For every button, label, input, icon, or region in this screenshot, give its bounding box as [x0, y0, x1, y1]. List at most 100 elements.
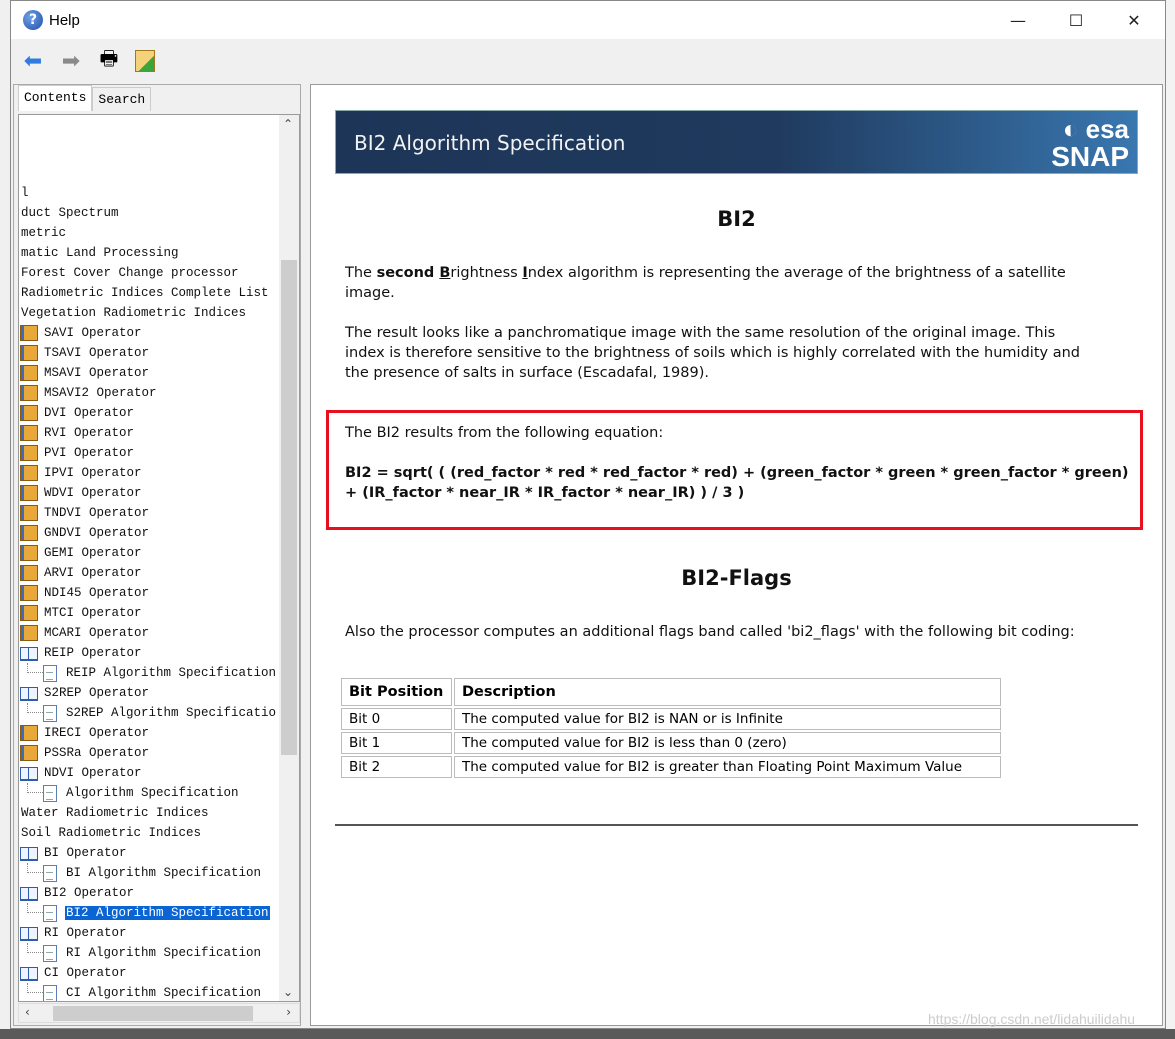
back-arrow-icon[interactable]: ⬅ [21, 49, 45, 74]
tree-item-label: BI2 Algorithm Specification [64, 905, 271, 921]
book-icon [20, 405, 38, 421]
tree-item-label: Forest Cover Change processor [21, 266, 239, 280]
tree-item[interactable]: PSSRa Operator [19, 743, 281, 763]
help-icon: ? [23, 10, 43, 30]
tree-item-label: SAVI Operator [44, 326, 142, 340]
tree-item[interactable]: WDVI Operator [19, 483, 281, 503]
tree-item[interactable]: -- [19, 115, 281, 123]
tree-item[interactable] [19, 123, 281, 143]
vertical-scrollbar[interactable]: ⌃ ⌄ [279, 115, 299, 1001]
tree-item[interactable]: TNDVI Operator [19, 503, 281, 523]
page-icon [43, 784, 57, 802]
scroll-up-icon[interactable]: ⌃ [283, 117, 293, 131]
open-book-icon [20, 925, 38, 941]
minimize-button[interactable]: — [989, 1, 1047, 39]
page-banner: BI2 Algorithm Specification ◐ esa SNAP [335, 110, 1138, 174]
tree-item[interactable]: RI Operator [19, 923, 281, 943]
tree-item[interactable]: S2REP Algorithm Specificatio [19, 703, 281, 723]
toolbar: ⬅ ➡ 🖶 [11, 41, 1165, 81]
scroll-left-icon[interactable]: ‹ [25, 1005, 30, 1019]
tree-item[interactable]: ARVI Operator [19, 563, 281, 583]
page-setup-icon[interactable] [135, 50, 155, 72]
tree-item-label: MSAVI2 Operator [44, 386, 157, 400]
tree-item[interactable]: REIP Operator [19, 643, 281, 663]
window-title: Help [49, 11, 80, 29]
tree-item[interactable]: BI2 Operator [19, 883, 281, 903]
tree-item[interactable]: TSAVI Operator [19, 343, 281, 363]
tree-item-label: Soil Radiometric Indices [21, 826, 202, 840]
tree-item-label: GEMI Operator [44, 546, 142, 560]
close-button[interactable]: ✕ [1105, 1, 1163, 39]
tree-item[interactable]: Radiometric Indices Complete List [19, 283, 281, 303]
tree-item[interactable]: PVI Operator [19, 443, 281, 463]
vertical-scroll-thumb[interactable] [281, 260, 297, 755]
tree-item[interactable]: S2REP Operator [19, 683, 281, 703]
tree-item[interactable]: BI2 Algorithm Specification [19, 903, 281, 923]
tree-item[interactable]: Vegetation Radiometric Indices [19, 303, 281, 323]
tree-item-label: MSAVI Operator [44, 366, 150, 380]
tree-item-label: BI Operator [44, 846, 127, 860]
book-icon [20, 565, 38, 581]
horizontal-scroll-thumb[interactable] [53, 1006, 253, 1021]
tree-item[interactable]: DVI Operator [19, 403, 281, 423]
tree-item[interactable]: matic Land Processing [19, 243, 281, 263]
tree-item-label: NDI45 Operator [44, 586, 150, 600]
tree-item[interactable]: RI Algorithm Specification [19, 943, 281, 963]
tree-item-label: RI Algorithm Specification [66, 946, 262, 960]
tab-search[interactable]: Search [92, 87, 152, 111]
tree-item-label: RI Operator [44, 926, 127, 940]
tree-item[interactable]: MSAVI Operator [19, 363, 281, 383]
tree-item-label: Algorithm Specification [66, 786, 239, 800]
printer-icon[interactable]: 🖶 [97, 46, 121, 73]
book-icon [20, 485, 38, 501]
tree-item[interactable]: Algorithm Specification [19, 783, 281, 803]
tree-item[interactable]: BI Operator [19, 843, 281, 863]
tree-item[interactable]: CI Operator [19, 963, 281, 983]
tree-item[interactable]: duct Spectrum [19, 203, 281, 223]
open-book-icon [20, 685, 38, 701]
forward-arrow-icon[interactable]: ➡ [59, 49, 83, 74]
tree-item[interactable]: GEMI Operator [19, 543, 281, 563]
tree-item-label: TSAVI Operator [44, 346, 150, 360]
horizontal-scrollbar[interactable]: ‹ › [18, 1003, 300, 1023]
tree-item[interactable] [19, 163, 281, 183]
tab-contents[interactable]: Contents [18, 85, 93, 111]
tree-item[interactable]: MCARI Operator [19, 623, 281, 643]
book-icon [20, 505, 38, 521]
page-heading: BI2 [717, 207, 756, 231]
tree-item[interactable]: l [19, 183, 281, 203]
tree-connector [27, 783, 43, 793]
tree-item[interactable]: metric [19, 223, 281, 243]
equation: BI2 = sqrt( ( (red_factor * red * red_fa… [345, 465, 1129, 501]
tree-item-label: REIP Operator [44, 646, 142, 660]
tree-item[interactable]: IRECI Operator [19, 723, 281, 743]
tree-item[interactable]: Soil Radiometric Indices [19, 823, 281, 843]
tree-item[interactable]: REIP Algorithm Specification [19, 663, 281, 683]
page-icon [43, 944, 57, 962]
tree-item[interactable]: CI Algorithm Specification [19, 983, 281, 1001]
tree-item[interactable]: SAVI Operator [19, 323, 281, 343]
tree-item[interactable]: MTCI Operator [19, 603, 281, 623]
book-icon [20, 465, 38, 481]
maximize-button[interactable]: ☐ [1047, 1, 1105, 39]
tree-item[interactable]: NDVI Operator [19, 763, 281, 783]
tree-item[interactable] [19, 143, 281, 163]
help-content: BI2 Algorithm Specification ◐ esa SNAP B… [310, 84, 1163, 1026]
tree-item[interactable]: IPVI Operator [19, 463, 281, 483]
tree-item-label: metric [21, 226, 67, 240]
open-book-icon [20, 885, 38, 901]
tree-item[interactable]: BI Algorithm Specification [19, 863, 281, 883]
header-bit-position: Bit Position [341, 678, 452, 706]
tree-item-label: CI Algorithm Specification [66, 986, 262, 1000]
tree-item[interactable]: GNDVI Operator [19, 523, 281, 543]
page-icon [43, 984, 57, 1001]
flags-heading: BI2-Flags [681, 566, 792, 590]
scroll-right-icon[interactable]: › [286, 1005, 291, 1019]
tree-item[interactable]: RVI Operator [19, 423, 281, 443]
tree-item[interactable]: Forest Cover Change processor [19, 263, 281, 283]
tree-item[interactable]: NDI45 Operator [19, 583, 281, 603]
tree-item-label: DVI Operator [44, 406, 135, 420]
scroll-down-icon[interactable]: ⌄ [283, 985, 293, 999]
tree-item[interactable]: Water Radiometric Indices [19, 803, 281, 823]
tree-item[interactable]: MSAVI2 Operator [19, 383, 281, 403]
